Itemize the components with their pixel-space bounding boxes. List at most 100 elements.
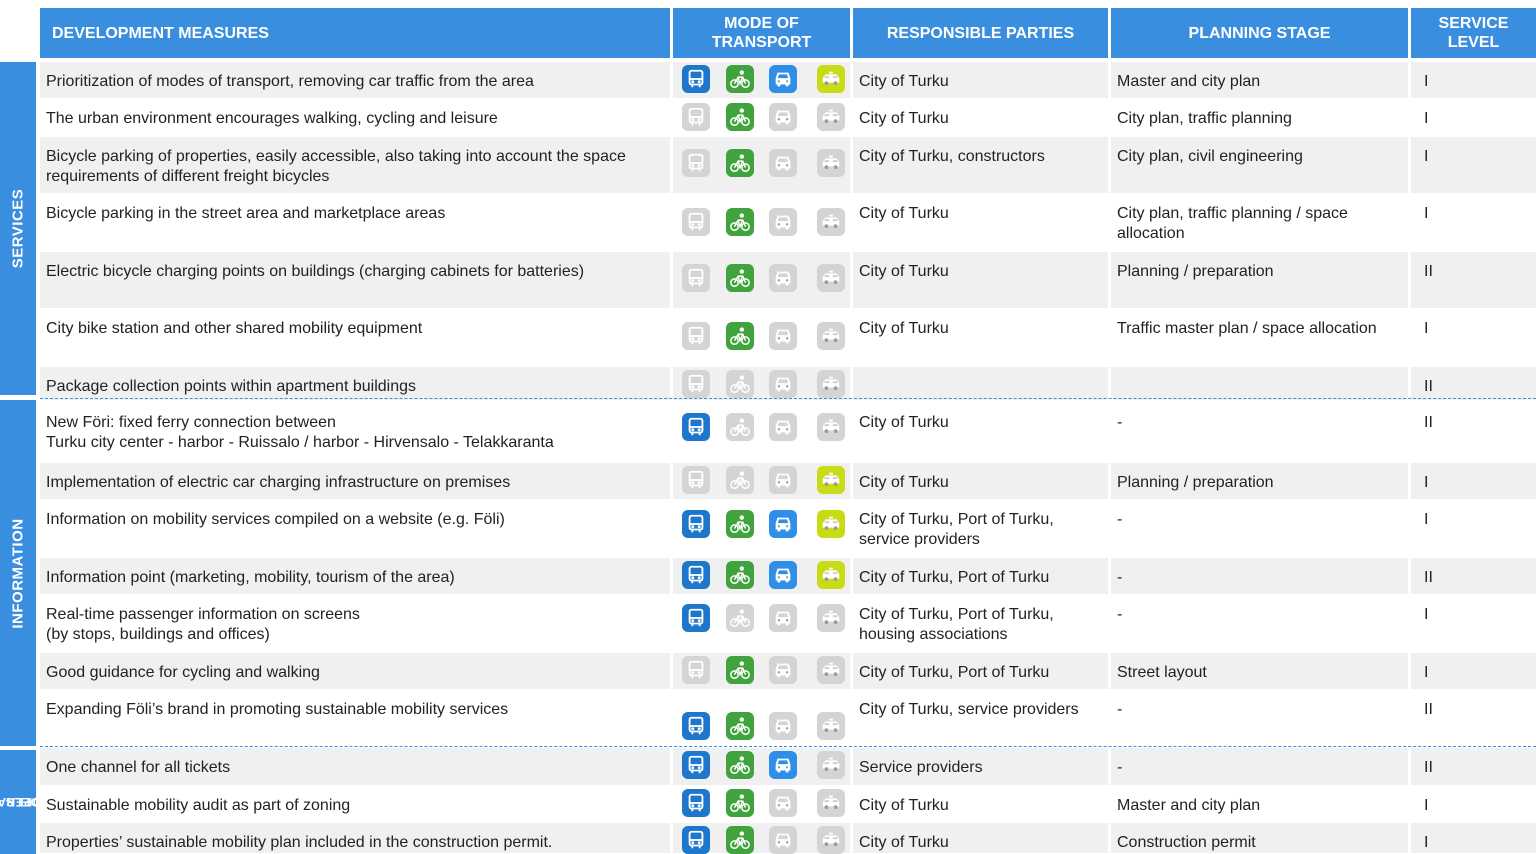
- responsible-cell: City of Turku: [853, 194, 1108, 251]
- responsible-cell: City of Turku: [853, 786, 1108, 822]
- section-label-operating-models: OPERATINGMODELS: [0, 750, 36, 854]
- service-level-cell: I: [1411, 463, 1536, 499]
- measure-cell: Bicycle parking of properties, easily ac…: [40, 137, 670, 193]
- measure-cell: Information on mobility services compile…: [40, 500, 670, 557]
- taxi-icon: [817, 712, 845, 740]
- service-level-text: I: [1424, 148, 1429, 165]
- responsible-cell: City of Turku, constructors: [853, 137, 1108, 193]
- taxi-icon: [817, 103, 845, 131]
- car-icon: [769, 510, 797, 538]
- bicycle-icon: [726, 65, 754, 93]
- service-level-cell: I: [1411, 823, 1536, 853]
- measure-cell: Implementation of electric car charging …: [40, 463, 670, 499]
- stage-cell: [1111, 367, 1408, 400]
- car-icon: [769, 65, 797, 93]
- service-level-text: I: [1424, 606, 1429, 623]
- stage-cell: Construction permit: [1111, 823, 1408, 853]
- responsible-text: City of Turku: [859, 474, 949, 491]
- measure-text: City bike station and other shared mobil…: [46, 320, 423, 337]
- stage-text: Planning / preparation: [1117, 474, 1274, 491]
- responsible-cell: City of Turku: [853, 99, 1108, 136]
- bus-icon: [682, 604, 710, 632]
- car-icon: [769, 604, 797, 632]
- taxi-icon: [817, 466, 845, 494]
- bicycle-icon: [726, 322, 754, 350]
- mode-cell: [673, 748, 850, 785]
- taxi-icon: [817, 561, 845, 589]
- service-level-text: I: [1424, 834, 1429, 851]
- responsible-cell: City of Turku, Port of Turku, service pr…: [853, 500, 1108, 557]
- service-level-cell: I: [1411, 194, 1536, 251]
- taxi-icon: [817, 789, 845, 817]
- taxi-icon: [817, 149, 845, 177]
- bicycle-icon: [726, 413, 754, 441]
- stage-cell: Planning / preparation: [1111, 252, 1408, 308]
- car-icon: [769, 370, 797, 398]
- taxi-icon: [817, 656, 845, 684]
- service-level-text: II: [1424, 378, 1433, 395]
- stage-text: -: [1117, 414, 1123, 431]
- car-icon: [769, 561, 797, 589]
- responsible-cell: City of Turku: [853, 463, 1108, 499]
- measure-text: New Föri: fixed ferry connection between…: [46, 414, 554, 451]
- mode-cell: [673, 252, 850, 308]
- table-row: Prioritization of modes of transport, re…: [40, 62, 1536, 99]
- measure-cell: Real-time passenger information on scree…: [40, 595, 670, 652]
- bicycle-icon: [726, 751, 754, 779]
- measure-text: One channel for all tickets: [46, 759, 231, 776]
- responsible-text: City of Turku: [859, 797, 949, 814]
- taxi-icon: [817, 264, 845, 292]
- car-icon: [769, 322, 797, 350]
- taxi-icon: [817, 604, 845, 632]
- bus-icon: [682, 510, 710, 538]
- car-icon: [769, 656, 797, 684]
- car-icon: [769, 208, 797, 236]
- table-row: Properties’ sustainable mobility plan in…: [40, 823, 1536, 854]
- car-icon: [769, 751, 797, 779]
- stage-text: Traffic master plan / space allocation: [1117, 320, 1377, 337]
- stage-text: Planning / preparation: [1117, 263, 1274, 280]
- table-row: Bicycle parking of properties, easily ac…: [40, 137, 1536, 194]
- measure-text: Bicycle parking of properties, easily ac…: [46, 148, 626, 185]
- car-icon: [769, 413, 797, 441]
- measure-text: Implementation of electric car charging …: [46, 474, 511, 491]
- header-development-measures: DEVELOPMENT MEASURES: [40, 8, 670, 58]
- measure-text: Electric bicycle charging points on buil…: [46, 263, 585, 280]
- stage-cell: City plan, civil engineering: [1111, 137, 1408, 193]
- mode-cell: [673, 558, 850, 594]
- taxi-icon: [817, 510, 845, 538]
- measure-cell: Prioritization of modes of transport, re…: [40, 62, 670, 98]
- bicycle-icon: [726, 149, 754, 177]
- mode-cell: [673, 194, 850, 251]
- mode-cell: [673, 137, 850, 193]
- stage-text: City plan, civil engineering: [1117, 148, 1303, 165]
- responsible-cell: City of Turku: [853, 309, 1108, 366]
- table-row: Information point (marketing, mobility, …: [40, 558, 1536, 595]
- service-level-cell: I: [1411, 595, 1536, 652]
- stage-cell: -: [1111, 595, 1408, 652]
- table-row: Bicycle parking in the street area and m…: [40, 194, 1536, 252]
- car-icon: [769, 149, 797, 177]
- stage-text: -: [1117, 701, 1123, 718]
- stage-text: -: [1117, 606, 1123, 623]
- responsible-cell: City of Turku, Port of Turku: [853, 653, 1108, 689]
- bus-icon: [682, 712, 710, 740]
- responsible-cell: City of Turku: [853, 252, 1108, 308]
- measure-text: Properties’ sustainable mobility plan in…: [46, 834, 553, 851]
- stage-text: -: [1117, 511, 1123, 528]
- service-level-text: I: [1424, 110, 1429, 127]
- car-icon: [769, 103, 797, 131]
- section-label-information: INFORMATION: [0, 400, 36, 746]
- measure-text: Expanding Föli’s brand in promoting sust…: [46, 701, 509, 718]
- measure-text: Sustainable mobility audit as part of zo…: [46, 797, 351, 814]
- bicycle-icon: [726, 561, 754, 589]
- responsible-text: City of Turku: [859, 263, 949, 280]
- table-row: One channel for all tickets Service provi…: [40, 748, 1536, 786]
- measure-text: The urban environment encourages walking…: [46, 110, 498, 127]
- bicycle-icon: [726, 656, 754, 684]
- header-planning-stage: PLANNING STAGE: [1111, 8, 1408, 58]
- responsible-text: City of Turku: [859, 414, 949, 431]
- mode-cell: [673, 463, 850, 499]
- bus-icon: [682, 561, 710, 589]
- service-level-text: I: [1424, 511, 1429, 528]
